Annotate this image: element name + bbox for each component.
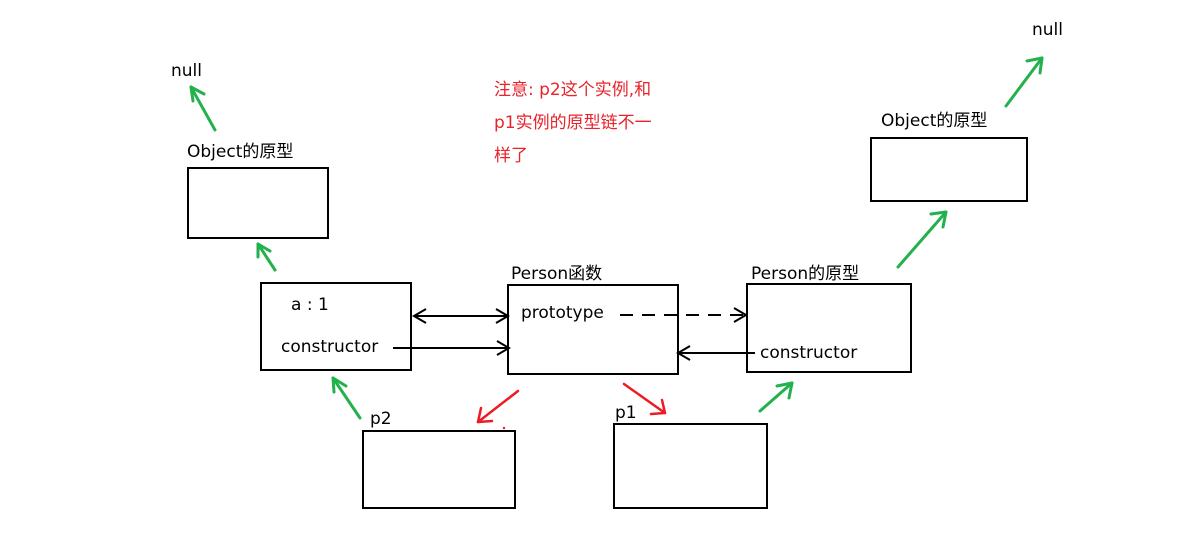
person-function-box <box>507 284 679 375</box>
property-a-label: a : 1 <box>291 295 329 315</box>
note-line-1: 注意: p2这个实例,和 <box>494 80 652 100</box>
null-label-left: null <box>171 61 202 81</box>
green-arrow-object-to-null-left <box>189 85 217 132</box>
green-arrow-p1-to-person-proto <box>758 381 794 413</box>
person-prototype-label: Person的原型 <box>751 264 860 284</box>
object-prototype-box-right <box>870 137 1028 202</box>
p1-label: p1 <box>615 403 637 423</box>
p2-label: p2 <box>370 409 392 429</box>
prototype-label: prototype <box>521 303 604 323</box>
green-arrow-new-proto-to-object-left <box>256 242 277 272</box>
constructor-label-right: constructor <box>760 343 858 363</box>
green-arrow-person-proto-to-object-right <box>896 210 948 269</box>
note-line-2: p1实例的原型链不一 <box>494 113 652 133</box>
person-function-label: Person函数 <box>511 264 603 284</box>
object-prototype-box-left <box>187 167 329 239</box>
constructor-label-left: constructor <box>281 337 379 357</box>
red-arrow-person-to-p2 <box>476 389 520 430</box>
p1-instance-box <box>613 423 768 509</box>
p2-instance-box <box>362 430 516 509</box>
object-prototype-label-left: Object的原型 <box>187 142 294 162</box>
null-label-right: null <box>1032 20 1063 40</box>
green-arrow-p2-to-new-proto <box>331 376 362 420</box>
note-text: 注意: p2这个实例,和 p1实例的原型链不一 样了 <box>494 74 694 173</box>
green-arrow-object-to-null-right <box>1004 56 1044 108</box>
object-prototype-label-right: Object的原型 <box>881 111 988 131</box>
note-line-3: 样了 <box>494 146 528 166</box>
